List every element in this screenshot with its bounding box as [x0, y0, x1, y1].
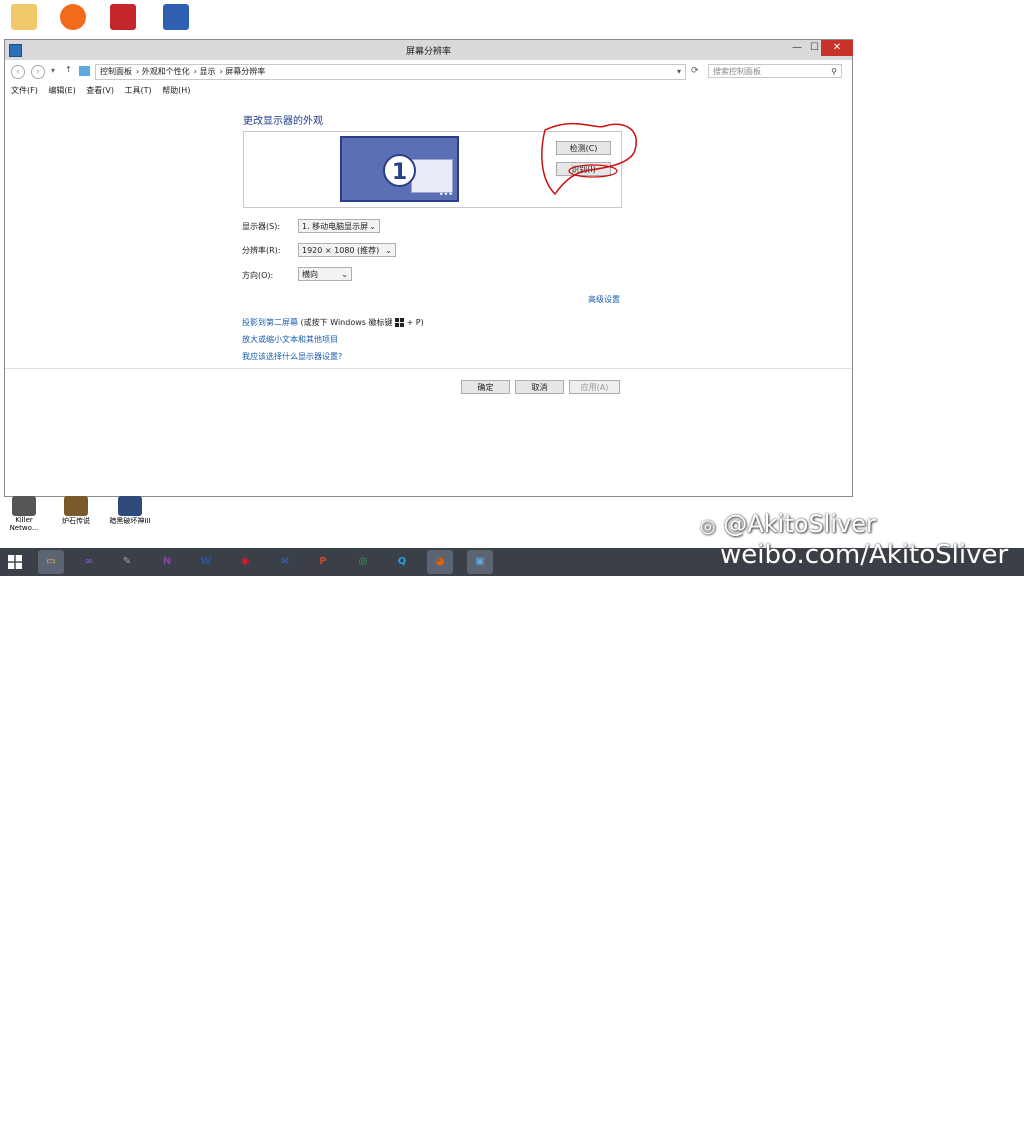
menu-help[interactable]: 帮助(H) — [162, 86, 190, 95]
title-bar[interactable]: 屏幕分辨率 — ☐ ✕ — [5, 40, 853, 60]
chevron-down-icon[interactable]: ▾ — [677, 65, 681, 79]
back-button[interactable]: ‹ — [11, 65, 25, 79]
orientation-label: 方向(O): — [242, 271, 274, 280]
text-size-link[interactable]: 放大或缩小文本和其他项目 — [242, 334, 338, 345]
monitor-1[interactable]: 1 ••• — [340, 136, 459, 202]
divider — [5, 368, 852, 369]
breadcrumb-resolution[interactable]: 屏幕分辨率 — [225, 67, 265, 76]
resolution-select-value: 1920 × 1080 (推荐) — [302, 246, 380, 255]
desktop-icon-killer-network[interactable]: Killer Netwo... — [4, 496, 44, 532]
menu-bar: 文件(F) 编辑(E) 查看(V) 工具(T) 帮助(H) — [11, 85, 198, 99]
project-hint-suffix: + P) — [406, 318, 424, 327]
menu-view[interactable]: 查看(V) — [86, 86, 114, 95]
orientation-select-value: 横向 — [302, 270, 318, 279]
start-windows-icon[interactable] — [8, 555, 22, 569]
search-placeholder: 搜索控制面板 — [713, 67, 761, 76]
project-row: 投影到第二屏幕 (或按下 Windows 徽标键 + P) — [242, 317, 424, 328]
mail-icon[interactable]: ✉ — [272, 550, 298, 574]
monitor-dots: ••• — [438, 190, 453, 199]
start-screen-grid-icon — [411, 159, 453, 193]
ok-button[interactable]: 确定 — [461, 380, 510, 394]
menu-file[interactable]: 文件(F) — [11, 86, 38, 95]
game-icon — [110, 4, 136, 30]
cancel-button[interactable]: 取消 — [515, 380, 564, 394]
hearthstone-icon — [64, 496, 88, 516]
desktop-icon-label: 炉石传说 — [62, 517, 90, 525]
desktop-icon-origin[interactable] — [53, 4, 93, 30]
weibo-icon[interactable]: ◉ — [232, 550, 258, 574]
qq-icon[interactable]: Q — [389, 550, 415, 574]
desktop-icon-hearthstone[interactable]: 炉石传说 — [56, 496, 96, 526]
killer-network-icon — [12, 496, 36, 516]
up-button[interactable]: ↑ — [65, 65, 72, 74]
orientation-select[interactable]: 横向 ⌄ — [298, 267, 352, 281]
firefox-icon[interactable]: ◕ — [427, 550, 453, 574]
desktop-icon-user-folder[interactable] — [4, 4, 44, 30]
maximize-button[interactable]: ☐ — [808, 40, 821, 56]
monitor-number: 1 — [383, 154, 416, 187]
search-icon[interactable]: ⚲ — [831, 65, 837, 79]
control-panel-icon[interactable]: ▣ — [467, 550, 493, 574]
resolution-label: 分辨率(R): — [242, 246, 281, 255]
folder-icon — [11, 4, 37, 30]
weibo-logo-icon: ◎ — [700, 516, 716, 537]
breadcrumb-control-panel[interactable]: 控制面板 — [100, 67, 132, 76]
forward-button[interactable]: › — [31, 65, 45, 79]
which-settings-link[interactable]: 我应该选择什么显示器设置? — [242, 351, 342, 362]
display-select-value: 1. 移动电脑显示屏 — [302, 222, 369, 231]
windows-logo-icon — [395, 318, 405, 327]
search-input[interactable]: 搜索控制面板 ⚲ — [708, 64, 842, 78]
screen-resolution-window: 屏幕分辨率 — ☐ ✕ ‹ › ▾ ↑ 控制面板 › 外观和个性化 › 显示 › 屏幕… — [4, 39, 853, 497]
file-explorer-icon[interactable]: ▭ — [38, 550, 64, 574]
computer-icon — [163, 4, 189, 30]
chevron-down-icon: ⌄ — [369, 222, 376, 231]
location-icon — [79, 66, 90, 76]
search-tool-icon[interactable]: ✎ — [114, 550, 140, 574]
window-title: 屏幕分辨率 — [405, 47, 451, 57]
menu-edit[interactable]: 编辑(E) — [48, 86, 75, 95]
display-select[interactable]: 1. 移动电脑显示屏 ⌄ — [298, 219, 380, 233]
annotation-scribble — [541, 122, 638, 196]
onenote-icon[interactable]: N — [154, 550, 180, 574]
breadcrumb: 控制面板 › 外观和个性化 › 显示 › 屏幕分辨率 — [100, 67, 266, 76]
close-button[interactable]: ✕ — [821, 40, 853, 56]
apply-button[interactable]: 应用(A) — [569, 380, 620, 394]
breadcrumb-display[interactable]: 显示 — [200, 67, 216, 76]
desktop-icon-computer[interactable] — [156, 4, 196, 30]
origin-icon — [60, 4, 86, 30]
desktop-icon-diablo[interactable]: 暗黑破坏神III — [106, 496, 154, 526]
chevron-down-icon: ⌄ — [385, 246, 392, 255]
powerpoint-icon[interactable]: P — [310, 550, 336, 574]
diablo-icon — [118, 496, 142, 516]
word-icon[interactable]: W — [193, 550, 219, 574]
watermark-handle: ◎ @AkitoSliver — [700, 510, 876, 538]
chrome-icon[interactable]: ◎ — [350, 550, 376, 574]
chevron-down-icon: ⌄ — [341, 270, 348, 279]
menu-tools[interactable]: 工具(T) — [125, 86, 152, 95]
watermark-handle-text: @AkitoSliver — [723, 510, 876, 538]
breadcrumb-appearance[interactable]: 外观和个性化 — [142, 67, 190, 76]
desktop-icon-label: 暗黑破坏神III — [109, 517, 151, 525]
project-hint-prefix: (或按下 Windows 徽标键 — [300, 318, 393, 327]
desktop-icon-game[interactable] — [103, 4, 143, 30]
desktop-icon-label: Killer Netwo... — [9, 516, 39, 532]
resolution-select[interactable]: 1920 × 1080 (推荐) ⌄ — [298, 243, 396, 257]
visual-studio-icon[interactable]: ∞ — [76, 550, 102, 574]
watermark-url: weibo.com/AkitoSliver — [720, 540, 1009, 570]
display-label: 显示器(S): — [242, 222, 281, 231]
project-second-screen-link[interactable]: 投影到第二屏幕 — [242, 318, 298, 327]
refresh-icon[interactable]: ⟳ — [691, 66, 699, 76]
address-bar[interactable]: 控制面板 › 外观和个性化 › 显示 › 屏幕分辨率 ▾ — [95, 64, 686, 80]
advanced-settings-link[interactable]: 高级设置 — [588, 294, 620, 305]
clock-date[interactable]: 2014/9/8 — [978, 1113, 1009, 1121]
recent-pages-button[interactable]: ▾ — [51, 66, 55, 75]
page-title: 更改显示器的外观 — [243, 116, 323, 127]
address-row: ‹ › ▾ ↑ 控制面板 › 外观和个性化 › 显示 › 屏幕分辨率 ▾ ⟳ 搜索控制… — [9, 64, 848, 80]
minimize-button[interactable]: — — [787, 40, 807, 56]
